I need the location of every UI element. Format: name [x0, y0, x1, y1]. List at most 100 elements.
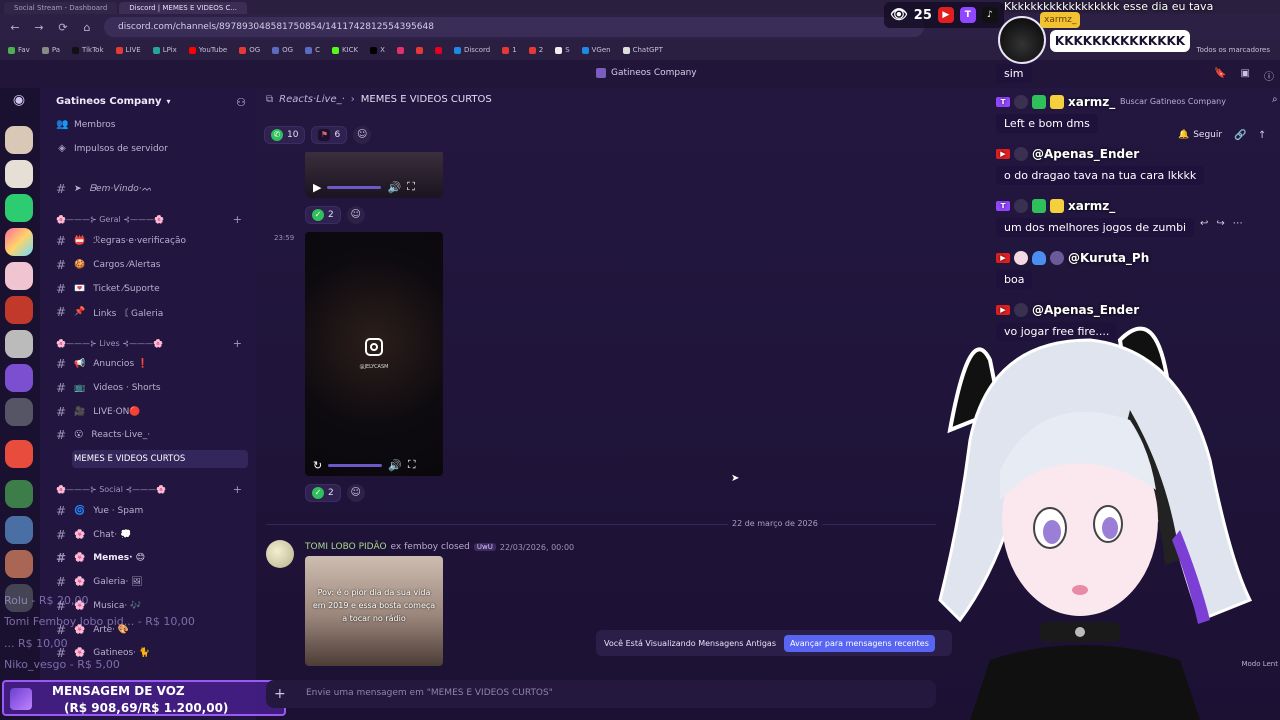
- avatar[interactable]: [266, 540, 294, 568]
- server-icon[interactable]: [5, 550, 33, 578]
- inbox-icon[interactable]: ▣: [1241, 68, 1250, 83]
- channel-selected[interactable]: MEMES E VIDEOS CURTOS: [72, 450, 248, 468]
- bookmark[interactable]: [396, 46, 404, 54]
- volume-icon[interactable]: 🔊: [387, 181, 401, 194]
- video-thumbnail[interactable]: Pov: é o pior dia da sua vida em 2019 e …: [305, 556, 443, 666]
- fullscreen-icon[interactable]: ⛶: [407, 180, 415, 194]
- link-icon[interactable]: 🔗: [1234, 130, 1246, 141]
- channel-item[interactable]: # 📺 Videos · Shorts: [54, 379, 248, 397]
- bookmark[interactable]: 2: [528, 46, 543, 54]
- bookmark-icon[interactable]: 🔖: [1214, 68, 1226, 83]
- category-geral[interactable]: 🌸———⊱ Geral ⊰———🌸: [56, 215, 164, 224]
- channel-item[interactable]: # 💌 Ticket ⁄Suporte: [54, 280, 248, 298]
- server-icon[interactable]: [5, 330, 33, 358]
- add-channel-icon[interactable]: +: [233, 213, 242, 226]
- search-icon[interactable]: ⌕: [1272, 94, 1278, 105]
- bookmark[interactable]: Discord: [453, 46, 490, 54]
- server-icon[interactable]: [5, 398, 33, 426]
- bookmark[interactable]: LPix: [152, 46, 177, 54]
- server-name-header[interactable]: Gatineos Company ▾: [56, 96, 171, 107]
- bookmark[interactable]: OG: [239, 46, 260, 54]
- category-lives[interactable]: 🌸———⊱ Lives ⊰———🌸: [56, 339, 163, 348]
- channel-item[interactable]: # 🌸 Chat· 💭: [54, 526, 248, 544]
- bookmark[interactable]: Pa: [41, 46, 60, 54]
- server-icon[interactable]: [5, 364, 33, 392]
- server-icon[interactable]: [5, 194, 33, 222]
- server-icon[interactable]: [5, 480, 33, 508]
- server-icon[interactable]: [5, 440, 33, 468]
- server-icon[interactable]: [5, 160, 33, 188]
- add-reaction-icon[interactable]: ☺: [346, 206, 365, 224]
- bookmark[interactable]: TikTok: [72, 46, 104, 54]
- reaction-pill[interactable]: ✆ 10: [264, 126, 306, 144]
- play-icon[interactable]: ▶: [313, 181, 321, 194]
- channel-item[interactable]: # 🎥 LIVE·ON🔴: [54, 403, 248, 421]
- attach-plus-icon[interactable]: +: [274, 686, 286, 702]
- channel-item[interactable]: # 📌 Links 〘 Galeria: [54, 303, 248, 321]
- breadcrumb-parent[interactable]: Reacts·Live_·: [279, 94, 345, 105]
- reaction-pill[interactable]: ✓ 2: [305, 484, 341, 502]
- bookmark[interactable]: OG: [272, 46, 293, 54]
- server-icon[interactable]: [5, 296, 33, 324]
- more-icon[interactable]: ⋯: [1233, 218, 1243, 229]
- channel-item[interactable]: # 🌀 Yue · Spam: [54, 502, 248, 520]
- message-composer[interactable]: Envie uma mensagem em "MEMES E VIDEOS CU…: [266, 680, 936, 708]
- server-icon[interactable]: [5, 228, 33, 256]
- bookmark[interactable]: C: [305, 46, 320, 54]
- reload-icon[interactable]: ⟳: [56, 21, 70, 34]
- server-icon[interactable]: [5, 262, 33, 290]
- author-name[interactable]: TOMI LOBO PIDÃO: [305, 542, 387, 552]
- volume-slider[interactable]: [327, 185, 382, 189]
- add-channel-icon[interactable]: +: [233, 483, 242, 496]
- server-icon[interactable]: [5, 516, 33, 544]
- bookmark[interactable]: [434, 46, 442, 54]
- add-channel-icon[interactable]: +: [233, 337, 242, 350]
- volume-icon[interactable]: 🔊: [388, 459, 402, 472]
- bookmark[interactable]: ChatGPT: [622, 46, 663, 54]
- forward-icon[interactable]: ↪: [1216, 218, 1224, 229]
- bookmark[interactable]: LIVE: [115, 46, 141, 54]
- sidebar-item-members[interactable]: 👥 Membros: [56, 119, 115, 130]
- bookmark[interactable]: [415, 46, 423, 54]
- bookmark[interactable]: YouTube: [188, 46, 227, 54]
- search-input[interactable]: Buscar Gatineos Company: [1120, 97, 1226, 106]
- bookmark[interactable]: VGen: [581, 46, 611, 54]
- fullscreen-icon[interactable]: ⛶: [408, 458, 416, 472]
- channel-item[interactable]: # 🌸 Galeria· 🖼: [54, 573, 248, 591]
- channel-welcome[interactable]: # ➤ ᗷem·Vindo·ᨓ: [54, 180, 248, 198]
- add-reaction-icon[interactable]: ☺: [346, 484, 365, 502]
- bookmark[interactable]: X: [370, 46, 385, 54]
- bookmark[interactable]: KICK: [332, 46, 358, 54]
- video-player[interactable]: @JELYCASM ↻ 🔊 ⛶: [305, 232, 443, 476]
- channel-item[interactable]: # 😮 Reacts·Live_·: [54, 426, 248, 444]
- channel-item[interactable]: # 🍪 Cargos ⁄Alertas: [54, 256, 248, 274]
- reply-icon[interactable]: ↩: [1200, 218, 1208, 229]
- back-icon[interactable]: ←: [8, 21, 22, 34]
- browser-tab-active[interactable]: Discord | MEMES E VIDEOS C...: [119, 2, 248, 14]
- reaction-pill[interactable]: ⚑ 6: [311, 126, 348, 144]
- jump-to-present-button[interactable]: Avançar para mensagens recentes: [784, 634, 935, 652]
- discord-home-icon[interactable]: ◉: [7, 92, 31, 112]
- add-reaction-icon[interactable]: ☺: [353, 126, 372, 144]
- follow-button[interactable]: 🔔 Seguir: [1178, 130, 1222, 140]
- help-icon[interactable]: ⓘ: [1264, 68, 1274, 83]
- forward-icon[interactable]: →: [32, 21, 46, 34]
- bookmark[interactable]: S: [555, 46, 570, 54]
- browser-tab[interactable]: Social Stream - Dashboard: [4, 2, 118, 14]
- volume-slider[interactable]: [328, 463, 383, 467]
- channel-item[interactable]: # 📢 Anuncios ❗: [54, 355, 248, 373]
- category-social[interactable]: 🌸———⊱ Social ⊰———🌸: [56, 485, 166, 494]
- server-icon[interactable]: [5, 126, 33, 154]
- channel-item[interactable]: # 📛 ℛegras·e·verificação: [54, 232, 248, 250]
- channel-item[interactable]: # 🌸 Memes· 😊: [54, 549, 248, 567]
- home-icon[interactable]: ⌂: [80, 21, 94, 34]
- bookmark[interactable]: 1: [502, 46, 517, 54]
- reaction-pill[interactable]: ✓ 2: [305, 206, 341, 224]
- all-bookmarks[interactable]: Todos os marcadores: [1197, 46, 1271, 54]
- replay-icon[interactable]: ↻: [313, 459, 322, 472]
- arrow-up-icon[interactable]: ↑: [1258, 130, 1266, 141]
- sidebar-item-boosts[interactable]: ◈ Impulsos de servidor: [56, 143, 168, 154]
- invite-icon[interactable]: ⚇: [236, 96, 246, 109]
- bookmark[interactable]: Fav: [8, 46, 30, 54]
- video-player[interactable]: ▶ 🔊 ⛶: [305, 152, 443, 198]
